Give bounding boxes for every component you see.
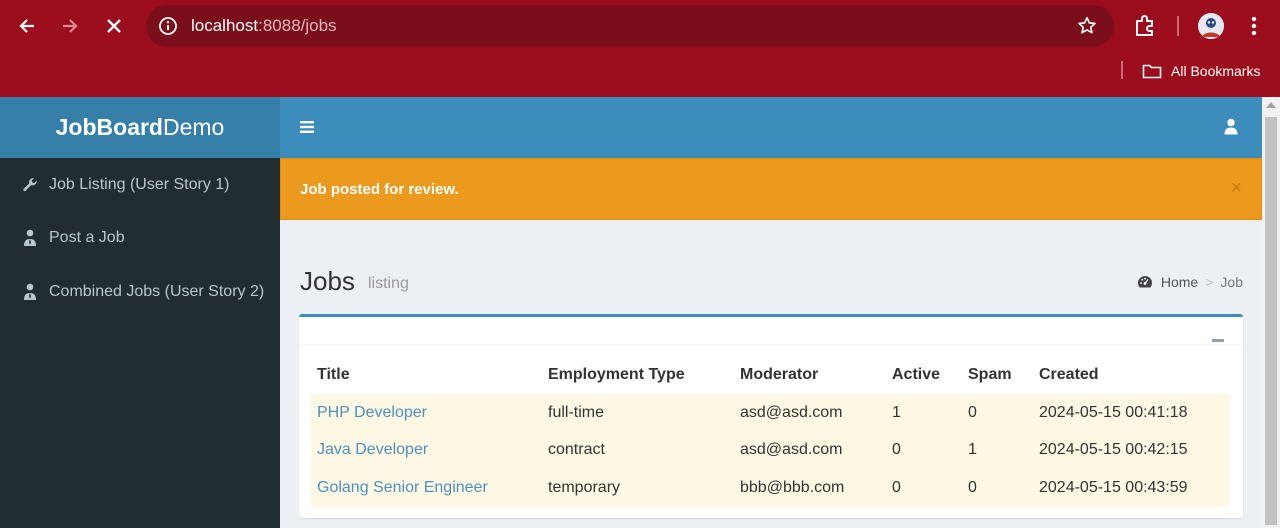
dashboard-icon xyxy=(1137,276,1152,288)
app-logo[interactable]: JobBoard Demo xyxy=(0,97,280,158)
browser-toolbar: localhost:8088/jobs All Bookmarks xyxy=(0,0,1280,97)
column-header-employment-type: Employment Type xyxy=(548,366,685,383)
column-header-spam: Spam xyxy=(968,366,1012,383)
column-header-moderator: Moderator xyxy=(740,366,819,383)
info-icon[interactable] xyxy=(158,16,178,36)
page-subtitle: listing xyxy=(368,275,409,292)
hamburger-menu-icon[interactable] xyxy=(299,119,315,135)
logo-bold-text: JobBoard xyxy=(55,114,163,140)
cell-spam: 1 xyxy=(962,431,1033,469)
toolbar-divider xyxy=(1177,16,1179,36)
folder-icon xyxy=(1142,64,1162,78)
user-icon[interactable] xyxy=(1224,118,1238,135)
cell-created: 2024-05-15 00:43:59 xyxy=(1033,469,1230,507)
jobs-box: Title Employment Type Moderator Active S… xyxy=(299,314,1243,518)
cell-employment-type: contract xyxy=(542,431,734,469)
box-header xyxy=(299,317,1243,345)
cell-moderator: bbb@bbb.com xyxy=(734,469,886,507)
table-row: Java Developer contract asd@asd.com 0 1 … xyxy=(311,431,1230,469)
sidebar-item-combined-jobs[interactable]: Combined Jobs (User Story 2) xyxy=(0,272,280,312)
cell-title: PHP Developer xyxy=(311,394,542,432)
cell-moderator: asd@asd.com xyxy=(734,394,886,432)
arrow-right-icon xyxy=(63,19,78,33)
wrench-icon xyxy=(21,176,39,194)
close-icon xyxy=(107,19,121,33)
sidebar: JobBoard Demo Job Listing (User Story 1) … xyxy=(0,97,280,528)
address-bar[interactable]: localhost:8088/jobs xyxy=(146,5,1114,47)
extensions-icon[interactable] xyxy=(1131,12,1159,40)
column-header-active: Active xyxy=(892,366,941,383)
breadcrumb-current: Job xyxy=(1220,274,1243,290)
url-path: :8088/jobs xyxy=(258,16,337,35)
column-header-title: Title xyxy=(317,366,350,383)
user-tie-icon xyxy=(21,229,39,247)
job-title-link[interactable]: Java Developer xyxy=(317,441,428,458)
url-host: localhost xyxy=(191,16,259,35)
stop-loading-button[interactable] xyxy=(98,10,130,42)
cell-created: 2024-05-15 00:41:18 xyxy=(1033,394,1230,432)
profile-avatar[interactable] xyxy=(1198,13,1224,39)
user-tie-icon xyxy=(21,283,39,301)
top-navbar xyxy=(280,97,1262,158)
sidebar-item-label: Combined Jobs (User Story 2) xyxy=(49,283,265,300)
scroll-up-arrow-icon[interactable] xyxy=(1266,102,1276,108)
avatar-icon xyxy=(1198,13,1224,39)
cell-spam: 0 xyxy=(962,394,1033,432)
column-header-created: Created xyxy=(1039,366,1099,383)
bookmark-star-icon[interactable] xyxy=(1076,15,1098,37)
page-scrollbar[interactable] xyxy=(1262,97,1280,528)
cell-spam: 0 xyxy=(962,469,1033,507)
cell-employment-type: temporary xyxy=(542,469,734,507)
sidebar-item-post-job[interactable]: Post a Job xyxy=(0,218,280,258)
sidebar-item-job-listing[interactable]: Job Listing (User Story 1) xyxy=(0,165,280,205)
arrow-left-icon xyxy=(19,19,34,33)
all-bookmarks-button[interactable]: All Bookmarks xyxy=(1142,60,1260,82)
sidebar-item-label: Post a Job xyxy=(49,229,125,246)
cell-title: Java Developer xyxy=(311,431,542,469)
more-vert-icon[interactable] xyxy=(1244,14,1264,38)
cell-active: 1 xyxy=(886,394,962,432)
breadcrumb-home-link[interactable]: Home xyxy=(1161,274,1198,290)
page-title: Jobs xyxy=(300,266,355,296)
back-button[interactable] xyxy=(11,10,43,42)
cell-created: 2024-05-15 00:42:15 xyxy=(1033,431,1230,469)
cell-title: Golang Senior Engineer xyxy=(311,469,542,507)
url-text[interactable]: localhost:8088/jobs xyxy=(191,16,337,36)
breadcrumb: Home > Job xyxy=(1137,274,1243,290)
cell-moderator: asd@asd.com xyxy=(734,431,886,469)
all-bookmarks-label: All Bookmarks xyxy=(1171,63,1261,79)
cell-employment-type: full-time xyxy=(542,394,734,432)
table-row: Golang Senior Engineer temporary bbb@bbb… xyxy=(311,469,1230,507)
job-title-link[interactable]: PHP Developer xyxy=(317,404,427,421)
cell-active: 0 xyxy=(886,431,962,469)
alert-close-button[interactable]: × xyxy=(1230,178,1242,198)
collapse-minus-icon[interactable] xyxy=(1212,339,1224,342)
table-row: PHP Developer full-time asd@asd.com 1 0 … xyxy=(311,394,1230,432)
jobs-table: Title Employment Type Moderator Active S… xyxy=(311,356,1230,507)
logo-light-text: Demo xyxy=(162,114,225,140)
bookmarks-divider xyxy=(1121,61,1123,79)
alert-message: Job posted for review. xyxy=(300,181,459,198)
forward-button[interactable] xyxy=(54,10,86,42)
job-title-link[interactable]: Golang Senior Engineer xyxy=(317,479,488,496)
sidebar-item-label: Job Listing (User Story 1) xyxy=(49,176,230,193)
scrollbar-thumb[interactable] xyxy=(1265,117,1277,525)
alert-warning: Job posted for review. × xyxy=(280,158,1262,220)
breadcrumb-separator: > xyxy=(1205,274,1214,290)
table-header-row: Title Employment Type Moderator Active S… xyxy=(311,356,1230,394)
cell-active: 0 xyxy=(886,469,962,507)
